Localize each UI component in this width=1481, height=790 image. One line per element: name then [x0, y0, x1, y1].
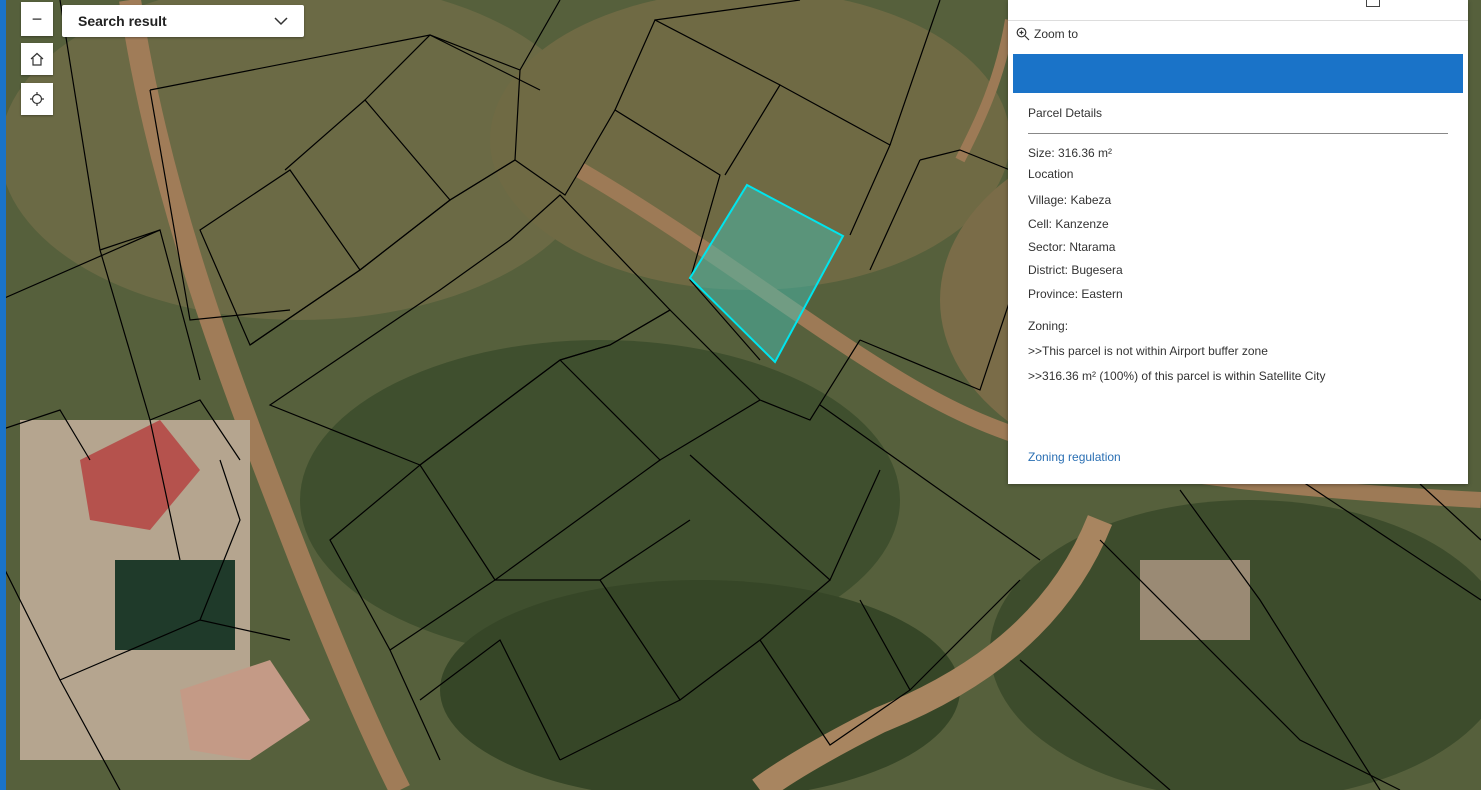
locate-button[interactable]	[21, 83, 53, 115]
zoom-in-icon	[1016, 27, 1030, 41]
search-result-dropdown[interactable]: Search result	[62, 5, 304, 37]
locate-icon	[30, 92, 44, 106]
zoning-regulation-link[interactable]: Zoning regulation	[1028, 450, 1121, 464]
zoning-satellite-text: >>316.36 m² (100%) of this parcel is wit…	[1028, 369, 1326, 383]
sector-value: Sector: Ntarama	[1028, 240, 1116, 254]
village-value: Village: Kabeza	[1028, 193, 1112, 207]
home-icon	[30, 52, 44, 66]
chevron-down-icon	[274, 16, 288, 25]
district-value: District: Bugesera	[1028, 263, 1123, 277]
zoning-label: Zoning:	[1028, 319, 1069, 333]
minus-icon: −	[31, 8, 43, 29]
home-button[interactable]	[21, 43, 53, 75]
popup-header	[1008, 0, 1468, 21]
zoom-to-button[interactable]: Zoom to	[1016, 27, 1078, 41]
parcel-popup: Zoom to Parcel Details Size: 316.36 m² L…	[1008, 0, 1468, 484]
zoning-airport-text: >>This parcel is not within Airport buff…	[1028, 344, 1268, 358]
left-panel-edge	[0, 0, 6, 790]
popup-title-bar	[1013, 54, 1463, 93]
building-rooftop	[1140, 560, 1250, 640]
zoom-to-label: Zoom to	[1034, 27, 1079, 41]
zoom-out-button[interactable]: −	[21, 2, 53, 36]
divider	[1028, 133, 1448, 134]
location-label: Location	[1028, 167, 1074, 181]
dock-icon[interactable]	[1366, 0, 1380, 7]
cell-value: Cell: Kanzenze	[1028, 217, 1109, 231]
parcel-size: Size: 316.36 m²	[1028, 146, 1113, 160]
dark-roof-building	[115, 560, 235, 650]
province-value: Province: Eastern	[1028, 287, 1123, 301]
parcel-details-title: Parcel Details	[1028, 106, 1103, 120]
search-result-label: Search result	[78, 13, 167, 29]
